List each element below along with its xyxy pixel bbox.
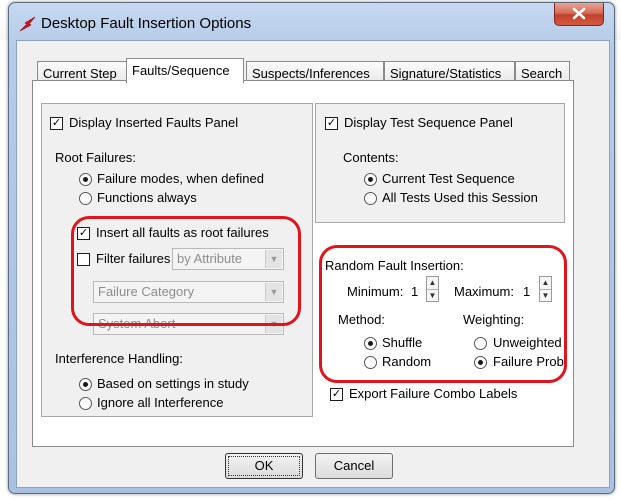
tab-panel: ✓ Display Inserted Faults Panel Root Fai…	[32, 80, 574, 447]
method-label: Method:	[338, 312, 385, 327]
filter-failures-label: Filter failures	[96, 251, 171, 266]
maximum-label: Maximum:	[454, 284, 514, 299]
system-abort-value: System Abort	[98, 316, 176, 331]
minimum-label: Minimum:	[347, 284, 404, 299]
unweighted-radio[interactable]	[474, 337, 487, 350]
display-test-sequence-checkbox[interactable]: ✓	[325, 117, 338, 130]
display-inserted-faults-label: Display Inserted Faults Panel	[69, 115, 239, 130]
tab-label: Signature/Statistics	[390, 66, 502, 81]
tab-label: Faults/Sequence	[132, 63, 230, 78]
insert-all-roots-checkbox[interactable]: ✓	[77, 227, 90, 240]
close-icon	[572, 7, 586, 20]
system-abort-select[interactable]: System Abort ▼	[93, 313, 284, 335]
tab-label: Suspects/Inferences	[252, 66, 370, 81]
tab-faults-sequence[interactable]: Faults/Sequence	[126, 58, 244, 83]
maximum-spinner[interactable]: ▲ ▼	[539, 276, 552, 302]
current-test-sequence-label: Current Test Sequence	[382, 171, 515, 186]
shuffle-radio[interactable]	[364, 337, 377, 350]
export-combo-labels-checkbox[interactable]: ✓	[330, 388, 343, 401]
current-test-sequence-radio[interactable]	[364, 173, 377, 186]
insert-all-roots-label: Insert all faults as root failures	[96, 225, 269, 240]
display-inserted-faults-checkbox[interactable]: ✓	[50, 117, 63, 130]
functions-always-radio[interactable]	[79, 192, 92, 205]
check-icon: ✓	[331, 388, 342, 400]
ignore-interference-radio[interactable]	[79, 397, 92, 410]
minimum-value[interactable]: 1	[411, 284, 418, 299]
minimum-spinner[interactable]: ▲ ▼	[426, 276, 439, 302]
weighting-label: Weighting:	[463, 312, 525, 327]
unweighted-label: Unweighted	[493, 335, 562, 350]
check-icon: ✓	[78, 227, 89, 239]
check-icon: ✓	[51, 117, 62, 129]
check-icon: ✓	[326, 117, 337, 129]
random-fault-insertion-label: Random Fault Insertion:	[325, 258, 464, 273]
app-icon	[19, 16, 36, 32]
export-combo-labels-label: Export Failure Combo Labels	[349, 386, 518, 401]
ok-button[interactable]: OK	[225, 453, 303, 479]
interference-handling-label: Interference Handling:	[55, 351, 183, 366]
ignore-interference-label: Ignore all Interference	[97, 395, 224, 410]
spin-down-icon[interactable]: ▼	[427, 289, 438, 302]
failure-modes-label: Failure modes, when defined	[97, 171, 264, 186]
random-radio[interactable]	[364, 356, 377, 369]
based-on-settings-radio[interactable]	[79, 378, 92, 391]
based-on-settings-label: Based on settings in study	[97, 376, 249, 391]
random-label: Random	[382, 354, 432, 369]
close-button[interactable]	[554, 3, 604, 26]
shuffle-label: Shuffle	[382, 335, 423, 350]
chevron-down-icon: ▼	[265, 283, 282, 301]
failure-prob-radio[interactable]	[474, 356, 487, 369]
tab-label: Current Step	[43, 66, 117, 81]
failure-category-select[interactable]: Failure Category ▼	[93, 281, 284, 303]
display-test-sequence-label: Display Test Sequence Panel	[344, 115, 513, 130]
spin-down-icon[interactable]: ▼	[540, 289, 551, 302]
chevron-down-icon: ▼	[265, 315, 282, 333]
maximum-value[interactable]: 1	[523, 284, 530, 299]
filter-by-value: by Attribute	[177, 251, 243, 266]
filter-by-select[interactable]: by Attribute ▼	[172, 248, 284, 270]
failure-prob-label: Failure Prob.	[493, 354, 568, 369]
root-failures-label: Root Failures:	[55, 150, 136, 165]
spin-up-icon[interactable]: ▲	[427, 277, 438, 289]
tab-label: Search	[521, 66, 563, 81]
all-tests-radio[interactable]	[364, 192, 377, 205]
all-tests-label: All Tests Used this Session	[382, 190, 538, 205]
cancel-button[interactable]: Cancel	[315, 453, 393, 479]
title-bar[interactable]: Desktop Fault Insertion Options	[9, 3, 614, 43]
chevron-down-icon: ▼	[265, 250, 282, 268]
failure-modes-radio[interactable]	[79, 173, 92, 186]
window-title: Desktop Fault Insertion Options	[41, 15, 252, 32]
contents-label: Contents:	[343, 150, 399, 165]
functions-always-label: Functions always	[97, 190, 197, 205]
filter-failures-checkbox[interactable]	[77, 253, 90, 266]
spin-up-icon[interactable]: ▲	[540, 277, 551, 289]
failure-category-value: Failure Category	[98, 284, 195, 299]
